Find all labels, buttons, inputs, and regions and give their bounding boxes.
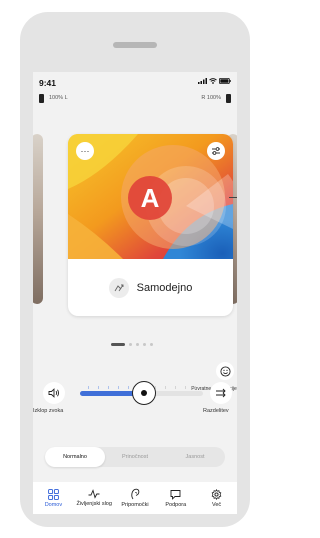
tab-label-home: Domov — [44, 501, 63, 508]
program-photo — [33, 134, 43, 304]
tab-lifestyle[interactable]: Življenjski slog — [74, 482, 115, 514]
tab-label-support: Podpora — [165, 501, 187, 508]
page-dot — [150, 343, 153, 346]
system-icons — [198, 78, 231, 84]
status-time: 9:41 — [39, 78, 57, 88]
tab-label-more: Več — [211, 501, 222, 508]
sliders-icon — [212, 147, 220, 155]
hearing-aid-battery-row: 100% L R 100% — [33, 92, 237, 106]
segment-clarity[interactable]: Jasnost — [165, 447, 225, 467]
status-bar: 9:41 — [33, 72, 237, 92]
signal-icon — [198, 78, 207, 84]
tab-label-lifestyle: Življenjski slog — [76, 501, 112, 507]
left-battery-icon — [39, 94, 44, 103]
mute-label: Izklop zvoka — [33, 408, 64, 414]
gear-icon — [211, 488, 222, 500]
volume-slider-thumb[interactable] — [131, 381, 156, 405]
speaker-grill — [113, 42, 157, 48]
activity-icon — [88, 489, 100, 499]
page-dot — [129, 343, 132, 346]
smiley-icon — [219, 365, 231, 377]
auto-mode-icon — [108, 277, 129, 298]
program-name: Samodejno — [136, 281, 193, 294]
home-grid-icon — [48, 488, 59, 500]
split-button[interactable] — [210, 382, 232, 404]
program-card[interactable]: A ··· Samodejno — [68, 134, 233, 316]
tab-more[interactable]: Več — [196, 482, 237, 514]
phone-frame: 9:41 100% L R 100% A ··· Samodejno Povra… — [20, 12, 250, 527]
right-battery-label: R 100% — [201, 95, 221, 101]
segment-normal[interactable]: Normalno — [45, 447, 105, 467]
right-battery-icon — [226, 94, 231, 103]
page-dot — [136, 343, 139, 346]
more-options-button[interactable]: ··· — [76, 142, 94, 160]
segment-comfort[interactable]: Prinočnost — [105, 447, 165, 467]
split-arrows-icon — [216, 388, 226, 398]
tab-support[interactable]: Podpora — [155, 482, 196, 514]
adjust-button[interactable] — [207, 142, 225, 160]
feedback-button[interactable] — [216, 362, 234, 380]
previous-program-card[interactable] — [33, 134, 43, 304]
speaker-icon — [48, 388, 59, 398]
more-icon: ··· — [80, 146, 90, 156]
mute-button[interactable] — [43, 382, 65, 404]
hearing-aid-icon — [131, 488, 140, 500]
tab-home[interactable]: Domov — [33, 482, 74, 514]
split-label: Razdelitev — [203, 408, 229, 414]
tab-label-devices: Pripomočki — [121, 502, 149, 508]
wifi-icon — [209, 78, 217, 84]
chat-icon — [170, 489, 181, 500]
program-footer: Samodejno — [68, 259, 233, 316]
app-screen: 9:41 100% L R 100% A ··· Samodejno Povra… — [33, 72, 237, 514]
bottom-tab-bar: Domov Življenjski slog Pripomočki Podpor… — [33, 482, 237, 514]
program-letter: A — [141, 183, 160, 213]
sound-mode-selector: Normalno Prinočnost Jasnost — [45, 447, 225, 467]
battery-icon — [219, 78, 231, 84]
annotation-pointer — [229, 197, 237, 198]
tab-devices[interactable]: Pripomočki — [115, 482, 156, 514]
page-dot-active — [111, 343, 125, 346]
carousel-pagination — [111, 343, 153, 346]
left-battery-label: 100% L — [49, 95, 68, 101]
page-dot — [143, 343, 146, 346]
